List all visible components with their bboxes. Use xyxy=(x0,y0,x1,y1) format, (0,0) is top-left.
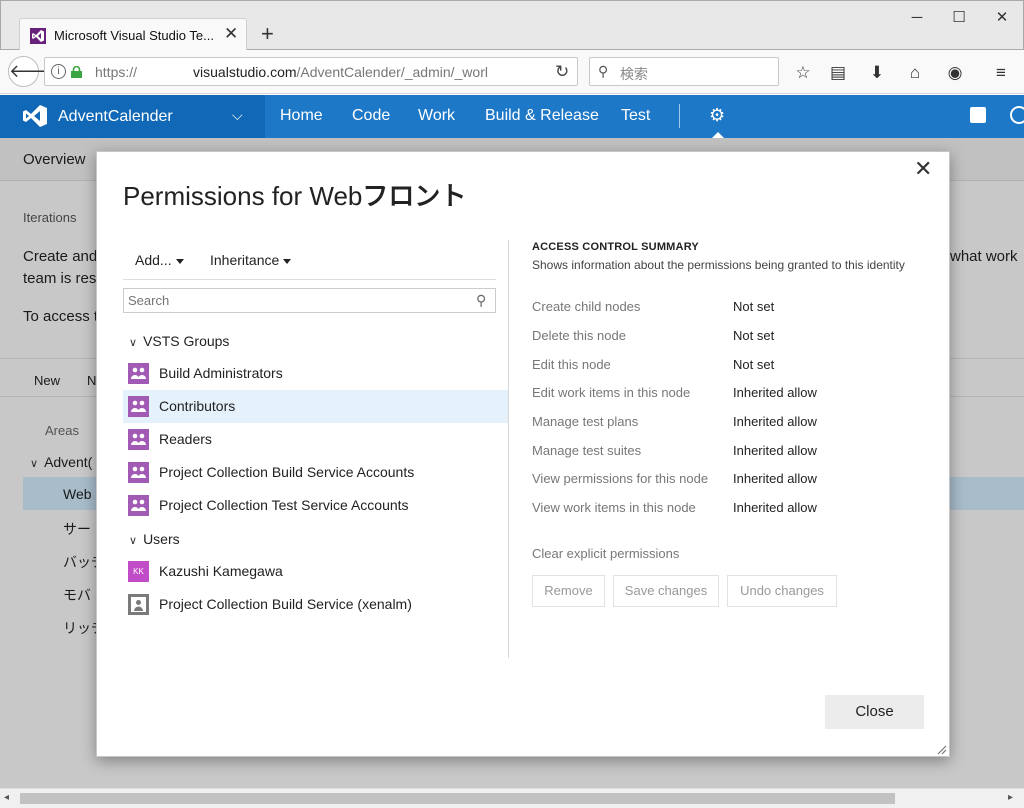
visual-studio-logo-icon xyxy=(22,105,48,127)
group-icon xyxy=(128,396,149,417)
scroll-thumb[interactable] xyxy=(20,793,895,804)
identity-item[interactable]: Project Collection Build Service Account… xyxy=(123,456,509,489)
minimize-icon[interactable]: ─ xyxy=(907,8,927,28)
browser-search-box[interactable]: ⚲ 検索 xyxy=(589,57,779,86)
inheritance-dropdown[interactable]: Inheritance xyxy=(210,252,292,268)
permission-value[interactable]: Not set xyxy=(733,328,774,343)
permission-value[interactable]: Inherited allow xyxy=(733,414,817,429)
address-bar[interactable]: i https://visualstudio.com/AdventCalende… xyxy=(44,57,578,86)
permission-name: Manage test plans xyxy=(532,414,639,429)
undo-changes-button[interactable]: Undo changes xyxy=(727,575,837,607)
feedback-smile-icon[interactable] xyxy=(1010,106,1024,124)
nav-home[interactable]: Home xyxy=(280,107,323,125)
vsts-header: AdventCalender ⌵ Home Code Work Build & … xyxy=(0,95,1024,138)
resize-grip-icon[interactable] xyxy=(935,742,947,755)
tab-close-icon[interactable]: ✕ xyxy=(224,24,238,44)
reload-icon[interactable]: ↻ xyxy=(555,61,569,83)
group-icon xyxy=(128,495,149,516)
search-icon[interactable]: ⚲ xyxy=(476,292,486,309)
identity-item[interactable]: Project Collection Build Service (xenalm… xyxy=(123,588,509,621)
identity-item[interactable]: Project Collection Test Service Accounts xyxy=(123,489,509,522)
gear-icon[interactable]: ⚙ xyxy=(709,105,725,126)
group-icon xyxy=(128,363,149,384)
permission-name: Delete this node xyxy=(532,328,626,343)
permission-name: View permissions for this node xyxy=(532,471,709,486)
chevron-down-icon[interactable]: ⌵ xyxy=(232,107,243,124)
nav-build-release[interactable]: Build & Release xyxy=(485,107,599,125)
identity-search-input[interactable] xyxy=(124,289,464,312)
service-account-icon xyxy=(128,594,149,615)
identity-item[interactable]: KK Kazushi Kamegawa xyxy=(123,555,509,588)
menu-icon[interactable]: ≡ xyxy=(990,62,1012,84)
download-icon[interactable]: ⬇ xyxy=(866,62,888,84)
group-header-vsts[interactable]: ∨ VSTS Groups xyxy=(129,333,229,349)
info-icon[interactable]: i xyxy=(51,64,66,79)
identity-item[interactable]: Readers xyxy=(123,423,509,456)
identity-search: ⚲ xyxy=(123,288,496,313)
horizontal-scrollbar[interactable]: ◂ ▸ xyxy=(0,788,1024,808)
permission-value[interactable]: Inherited allow xyxy=(733,500,817,515)
tab-title: Microsoft Visual Studio Te... xyxy=(54,28,214,43)
permissions-dialog: ✕ Permissions for Webフロント Add... Inherit… xyxy=(96,151,950,757)
divider xyxy=(123,279,496,280)
scroll-right-icon[interactable]: ▸ xyxy=(1008,792,1013,803)
clear-permissions-link[interactable]: Clear explicit permissions xyxy=(532,546,679,561)
acs-subtitle: Shows information about the permissions … xyxy=(532,258,905,272)
search-icon: ⚲ xyxy=(598,63,609,79)
acs-title: ACCESS CONTROL SUMMARY xyxy=(532,241,699,253)
chevron-down-icon: ∨ xyxy=(129,337,138,349)
maximize-icon[interactable]: ☐ xyxy=(949,8,969,28)
permission-name: Manage test suites xyxy=(532,443,642,458)
lock-icon xyxy=(71,65,82,78)
vs-tab-icon xyxy=(30,28,46,44)
user-avatar: KK xyxy=(128,561,149,582)
permission-value[interactable]: Not set xyxy=(733,357,774,372)
close-button[interactable]: Close xyxy=(825,695,924,729)
browser-nav-bar: 🡐 i https://visualstudio.com/AdventCalen… xyxy=(0,50,1024,94)
pocket-icon[interactable]: ◉ xyxy=(944,62,966,84)
permission-value[interactable]: Inherited allow xyxy=(733,471,817,486)
add-dropdown[interactable]: Add... xyxy=(135,252,184,268)
permission-value[interactable]: Inherited allow xyxy=(733,443,817,458)
permission-value[interactable]: Inherited allow xyxy=(733,385,817,400)
caret-down-icon xyxy=(283,258,292,264)
window-close-icon[interactable]: ✕ xyxy=(992,8,1012,28)
reading-list-icon[interactable]: ▤ xyxy=(827,62,849,84)
caret-down-icon xyxy=(175,258,184,264)
chevron-down-icon: ∨ xyxy=(129,535,138,547)
identity-item-selected[interactable]: Contributors xyxy=(123,390,509,423)
pane-divider xyxy=(508,240,509,658)
home-icon[interactable]: ⌂ xyxy=(904,62,926,84)
dialog-title: Permissions for Webフロント xyxy=(123,181,467,211)
identity-item[interactable]: Build Administrators xyxy=(123,357,509,390)
group-icon xyxy=(128,429,149,450)
group-header-users[interactable]: ∨ Users xyxy=(129,531,180,547)
project-name: AdventCalender xyxy=(58,108,173,125)
browser-title-bar: Microsoft Visual Studio Te... ✕ + ─ ☐ ✕ xyxy=(0,0,1024,52)
new-tab-icon[interactable]: + xyxy=(261,23,274,45)
permission-name: Edit this node xyxy=(532,357,611,372)
permission-value[interactable]: Not set xyxy=(733,299,774,314)
remove-button[interactable]: Remove xyxy=(532,575,605,607)
permission-name: View work items in this node xyxy=(532,500,696,515)
nav-work[interactable]: Work xyxy=(418,107,455,125)
back-arrow-icon[interactable]: 🡐 xyxy=(8,56,57,87)
marketplace-bag-icon[interactable] xyxy=(970,107,986,123)
bookmark-star-icon[interactable]: ☆ xyxy=(792,62,814,84)
nav-code[interactable]: Code xyxy=(352,107,390,125)
project-selector[interactable]: AdventCalender ⌵ xyxy=(0,95,265,138)
scroll-left-icon[interactable]: ◂ xyxy=(4,792,9,803)
permission-name: Create child nodes xyxy=(532,299,641,314)
save-changes-button[interactable]: Save changes xyxy=(613,575,719,607)
url-text: https://visualstudio.com/AdventCalender/… xyxy=(95,64,488,80)
search-placeholder: 検索 xyxy=(620,66,648,82)
nav-separator xyxy=(679,104,680,128)
nav-test[interactable]: Test xyxy=(621,107,650,125)
dialog-close-icon[interactable]: ✕ xyxy=(914,158,932,180)
browser-tab[interactable]: Microsoft Visual Studio Te... ✕ xyxy=(19,18,247,52)
permission-name: Edit work items in this node xyxy=(532,385,691,400)
group-icon xyxy=(128,462,149,483)
